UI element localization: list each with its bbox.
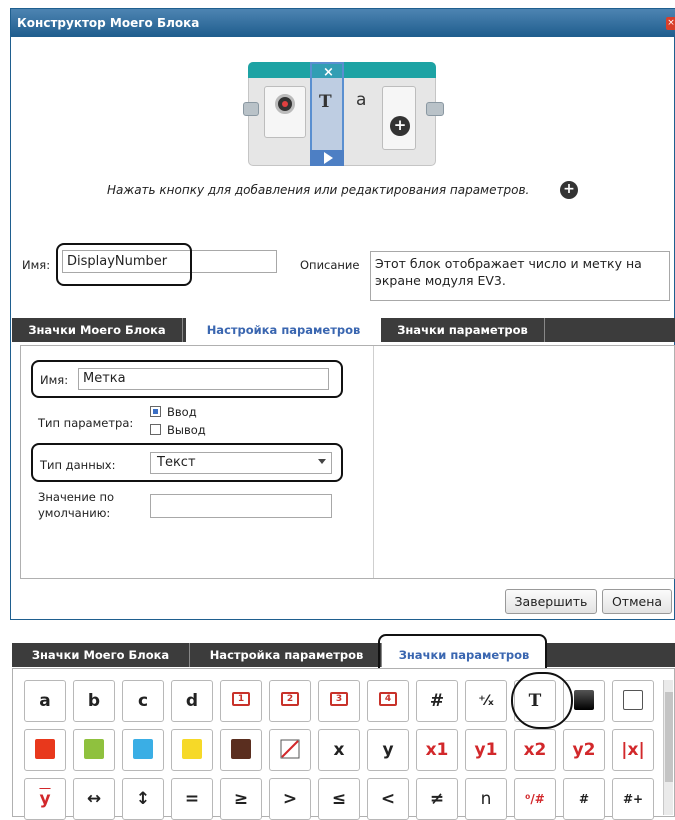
icon-number-plus[interactable]: #+ bbox=[612, 778, 654, 820]
icon-color-green[interactable] bbox=[73, 729, 115, 771]
port-3-label: 3 bbox=[330, 692, 348, 706]
tab-my-block-icons[interactable]: Значки Моего Блока bbox=[12, 318, 183, 342]
color-swatch-yellow bbox=[182, 738, 202, 759]
sequence-input-connector bbox=[243, 102, 259, 116]
icon-no-color[interactable] bbox=[269, 729, 311, 771]
color-swatch-blue bbox=[133, 738, 153, 759]
tab-parameter-setup[interactable]: Настройка параметров bbox=[192, 643, 382, 667]
icon-x1[interactable]: x1 bbox=[416, 729, 458, 771]
name-label: Имя: bbox=[22, 258, 51, 272]
color-swatch-red bbox=[35, 738, 55, 759]
icon-port-3[interactable]: 3 bbox=[318, 680, 360, 722]
icon-fraction[interactable]: ⁺⁄ₓ bbox=[465, 680, 507, 722]
icon-y[interactable]: y bbox=[367, 729, 409, 771]
scrollbar-thumb[interactable] bbox=[665, 692, 673, 782]
tab-parameter-setup[interactable]: Настройка параметров bbox=[186, 318, 381, 342]
description-label: Описание bbox=[300, 258, 360, 272]
icon-vertical-arrows[interactable]: ↕ bbox=[122, 778, 164, 820]
icon-port-4[interactable]: 4 bbox=[367, 680, 409, 722]
icon-x[interactable]: x bbox=[318, 729, 360, 771]
icon-y2[interactable]: y2 bbox=[563, 729, 605, 771]
gradient-swatch bbox=[574, 689, 594, 710]
icon-greater-equal[interactable]: ≥ bbox=[220, 778, 262, 820]
sequence-output-connector bbox=[426, 102, 444, 116]
icon-percent-number[interactable]: ⁰/# bbox=[514, 778, 556, 820]
hint-add-icon[interactable]: + bbox=[560, 181, 578, 199]
icon-number-sign[interactable]: # bbox=[416, 680, 458, 722]
color-swatch-brown bbox=[231, 738, 251, 759]
dialog-tab-strip: Значки Моего Блока Настройка параметров … bbox=[12, 318, 675, 342]
block-preview: × T a + bbox=[243, 62, 444, 166]
text-parameter-icon: T bbox=[319, 92, 332, 112]
icon-tab-strip: Значки Моего Блока Настройка параметров … bbox=[12, 643, 675, 667]
tab-parameter-icons[interactable]: Значки параметров bbox=[381, 318, 545, 342]
tab-my-block-icons[interactable]: Значки Моего Блока bbox=[12, 643, 190, 667]
icon-y-bar[interactable]: y bbox=[24, 778, 66, 820]
icon-port-1[interactable]: 1 bbox=[220, 680, 262, 722]
icon-letter-c[interactable]: c bbox=[122, 680, 164, 722]
default-value-input[interactable] bbox=[150, 494, 332, 518]
icon-less[interactable]: < bbox=[367, 778, 409, 820]
icon-port-2[interactable]: 2 bbox=[269, 680, 311, 722]
icon-y1[interactable]: y1 bbox=[465, 729, 507, 771]
icon-color-red[interactable] bbox=[24, 729, 66, 771]
port-1-label: 1 bbox=[232, 692, 250, 706]
label-parameter-icon: a bbox=[356, 90, 367, 110]
close-icon[interactable]: × bbox=[666, 17, 675, 30]
icon-letter-a[interactable]: a bbox=[24, 680, 66, 722]
cancel-button[interactable]: Отмена bbox=[602, 589, 672, 614]
icon-horizontal-arrows[interactable]: ↔ bbox=[73, 778, 115, 820]
icon-x2[interactable]: x2 bbox=[514, 729, 556, 771]
highlight-ring bbox=[56, 243, 192, 286]
highlight-ring bbox=[511, 672, 573, 729]
icon-n[interactable]: n bbox=[465, 778, 507, 820]
icon-less-equal[interactable]: ≤ bbox=[318, 778, 360, 820]
icon-letter-d[interactable]: d bbox=[171, 680, 213, 722]
highlight-ring bbox=[31, 443, 343, 482]
param-type-label: Тип параметра: bbox=[38, 416, 134, 430]
description-textarea[interactable]: Этот блок отображает число и метку на эк… bbox=[370, 251, 670, 301]
icon-number-box[interactable]: # bbox=[563, 778, 605, 820]
icon-empty-box[interactable] bbox=[612, 680, 654, 722]
param-type-input-label: Ввод bbox=[167, 405, 197, 419]
icon-equals[interactable]: = bbox=[171, 778, 213, 820]
color-swatch-green bbox=[84, 738, 104, 759]
port-2-label: 2 bbox=[281, 692, 299, 706]
icon-abs-x[interactable]: |x| bbox=[612, 729, 654, 771]
dialog-title: Конструктор Моего Блока bbox=[11, 9, 675, 37]
brick-display-icon bbox=[275, 94, 295, 114]
default-value-label-line1: Значение по bbox=[38, 490, 115, 504]
icon-grid-scrollbar[interactable] bbox=[663, 680, 673, 815]
param-type-output-label: Вывод bbox=[167, 423, 206, 437]
icon-color-yellow[interactable] bbox=[171, 729, 213, 771]
panel-divider bbox=[373, 346, 374, 578]
empty-box-swatch bbox=[623, 689, 643, 710]
param-type-output-radio[interactable] bbox=[150, 424, 161, 435]
default-value-label-line2: умолчанию: bbox=[38, 506, 111, 520]
add-parameter-hint: Нажать кнопку для добавления или редакти… bbox=[107, 183, 530, 197]
port-4-label: 4 bbox=[379, 692, 397, 706]
no-color-icon bbox=[280, 739, 300, 758]
param-type-input-radio[interactable] bbox=[150, 406, 161, 417]
icon-letter-b[interactable]: b bbox=[73, 680, 115, 722]
icon-not-equal[interactable]: ≠ bbox=[416, 778, 458, 820]
move-right-icon[interactable] bbox=[324, 152, 333, 164]
icon-color-brown[interactable] bbox=[220, 729, 262, 771]
add-parameter-icon[interactable]: + bbox=[390, 116, 410, 136]
highlight-ring bbox=[31, 360, 343, 398]
icon-color-blue[interactable] bbox=[122, 729, 164, 771]
finish-button[interactable]: Завершить bbox=[505, 589, 597, 614]
icon-greater[interactable]: > bbox=[269, 778, 311, 820]
remove-parameter-icon[interactable]: × bbox=[323, 65, 334, 80]
